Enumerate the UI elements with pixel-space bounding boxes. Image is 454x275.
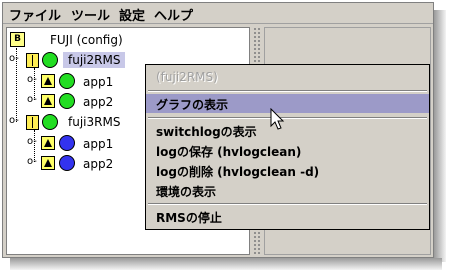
expand-toggle-icon[interactable]: o- [27,136,37,147]
expand-toggle-icon[interactable]: o- [27,94,37,105]
status-circle-icon [42,114,58,130]
warning-triangle-icon [41,94,55,108]
status-circle-icon [59,73,75,89]
context-menu: (fuji2RMS) グラフの表示 switchlogの表示 logの保存 (h… [145,64,430,230]
window-shadow-bottom [10,258,442,270]
menu-file[interactable]: ファイル [9,5,61,24]
tree-app-fuji3rms-app1[interactable]: o- app1 [27,134,147,154]
menu-item-save-log[interactable]: logの保存 (hvlogclean) [146,141,429,160]
window-shadow-right [434,10,446,262]
tree-app-fuji2rms-app2[interactable]: o- app2 [27,92,147,112]
menu-title-disabled: (fuji2RMS) [156,70,218,84]
warning-triangle-icon [41,156,55,170]
tree-node-fuji3rms[interactable]: o- fuji3RMS [9,113,159,133]
menu-separator [148,90,427,92]
status-circle-icon [42,52,58,68]
tree-app-fuji3rms-app2[interactable]: o- app2 [27,154,147,174]
menu-item-show-environment[interactable]: 環境の表示 [146,181,429,200]
tree-app-label: app1 [83,75,114,89]
tree-root-label: FUJI (config) [50,33,123,47]
menu-separator [148,203,427,205]
menu-item-delete-log[interactable]: logの削除 (hvlogclean -d) [146,161,429,180]
menu-settings[interactable]: 設定 [119,5,145,24]
menu-bar: ファイル ツール 設定 ヘルプ [3,3,433,24]
tree-node-label: fuji2RMS [63,52,126,68]
status-circle-icon [59,155,75,171]
status-circle-icon [59,135,75,151]
tree-node-label: fuji3RMS [68,115,121,129]
menu-help[interactable]: ヘルプ [154,5,193,24]
expand-toggle-icon[interactable]: o- [27,156,37,167]
warning-triangle-icon [41,74,55,88]
tree-root[interactable]: B FUJI (config) [10,31,210,51]
node-book-icon [26,53,39,68]
menu-separator [148,117,427,119]
config-icon: B [10,32,25,47]
tree-app-fuji2rms-app1[interactable]: o- app1 [27,72,147,92]
menu-item-show-graph[interactable]: グラフの表示 [146,94,429,113]
status-circle-icon [59,93,75,109]
tree-app-label: app2 [83,157,114,171]
menu-tools[interactable]: ツール [71,5,110,24]
warning-triangle-icon [41,136,55,150]
expand-toggle-icon[interactable]: o- [9,53,19,64]
node-book-icon [26,115,39,130]
menu-item-stop-rms[interactable]: RMSの停止 [146,207,429,226]
tree-app-label: app1 [83,137,114,151]
tree-app-label: app2 [83,95,114,109]
menu-item-show-switchlog[interactable]: switchlogの表示 [146,121,429,140]
tree-node-fuji2rms[interactable]: o- fuji2RMS [9,51,159,71]
expand-toggle-icon[interactable]: o- [27,74,37,85]
expand-toggle-icon[interactable]: o- [9,115,19,126]
mouse-pointer-icon [270,108,285,130]
